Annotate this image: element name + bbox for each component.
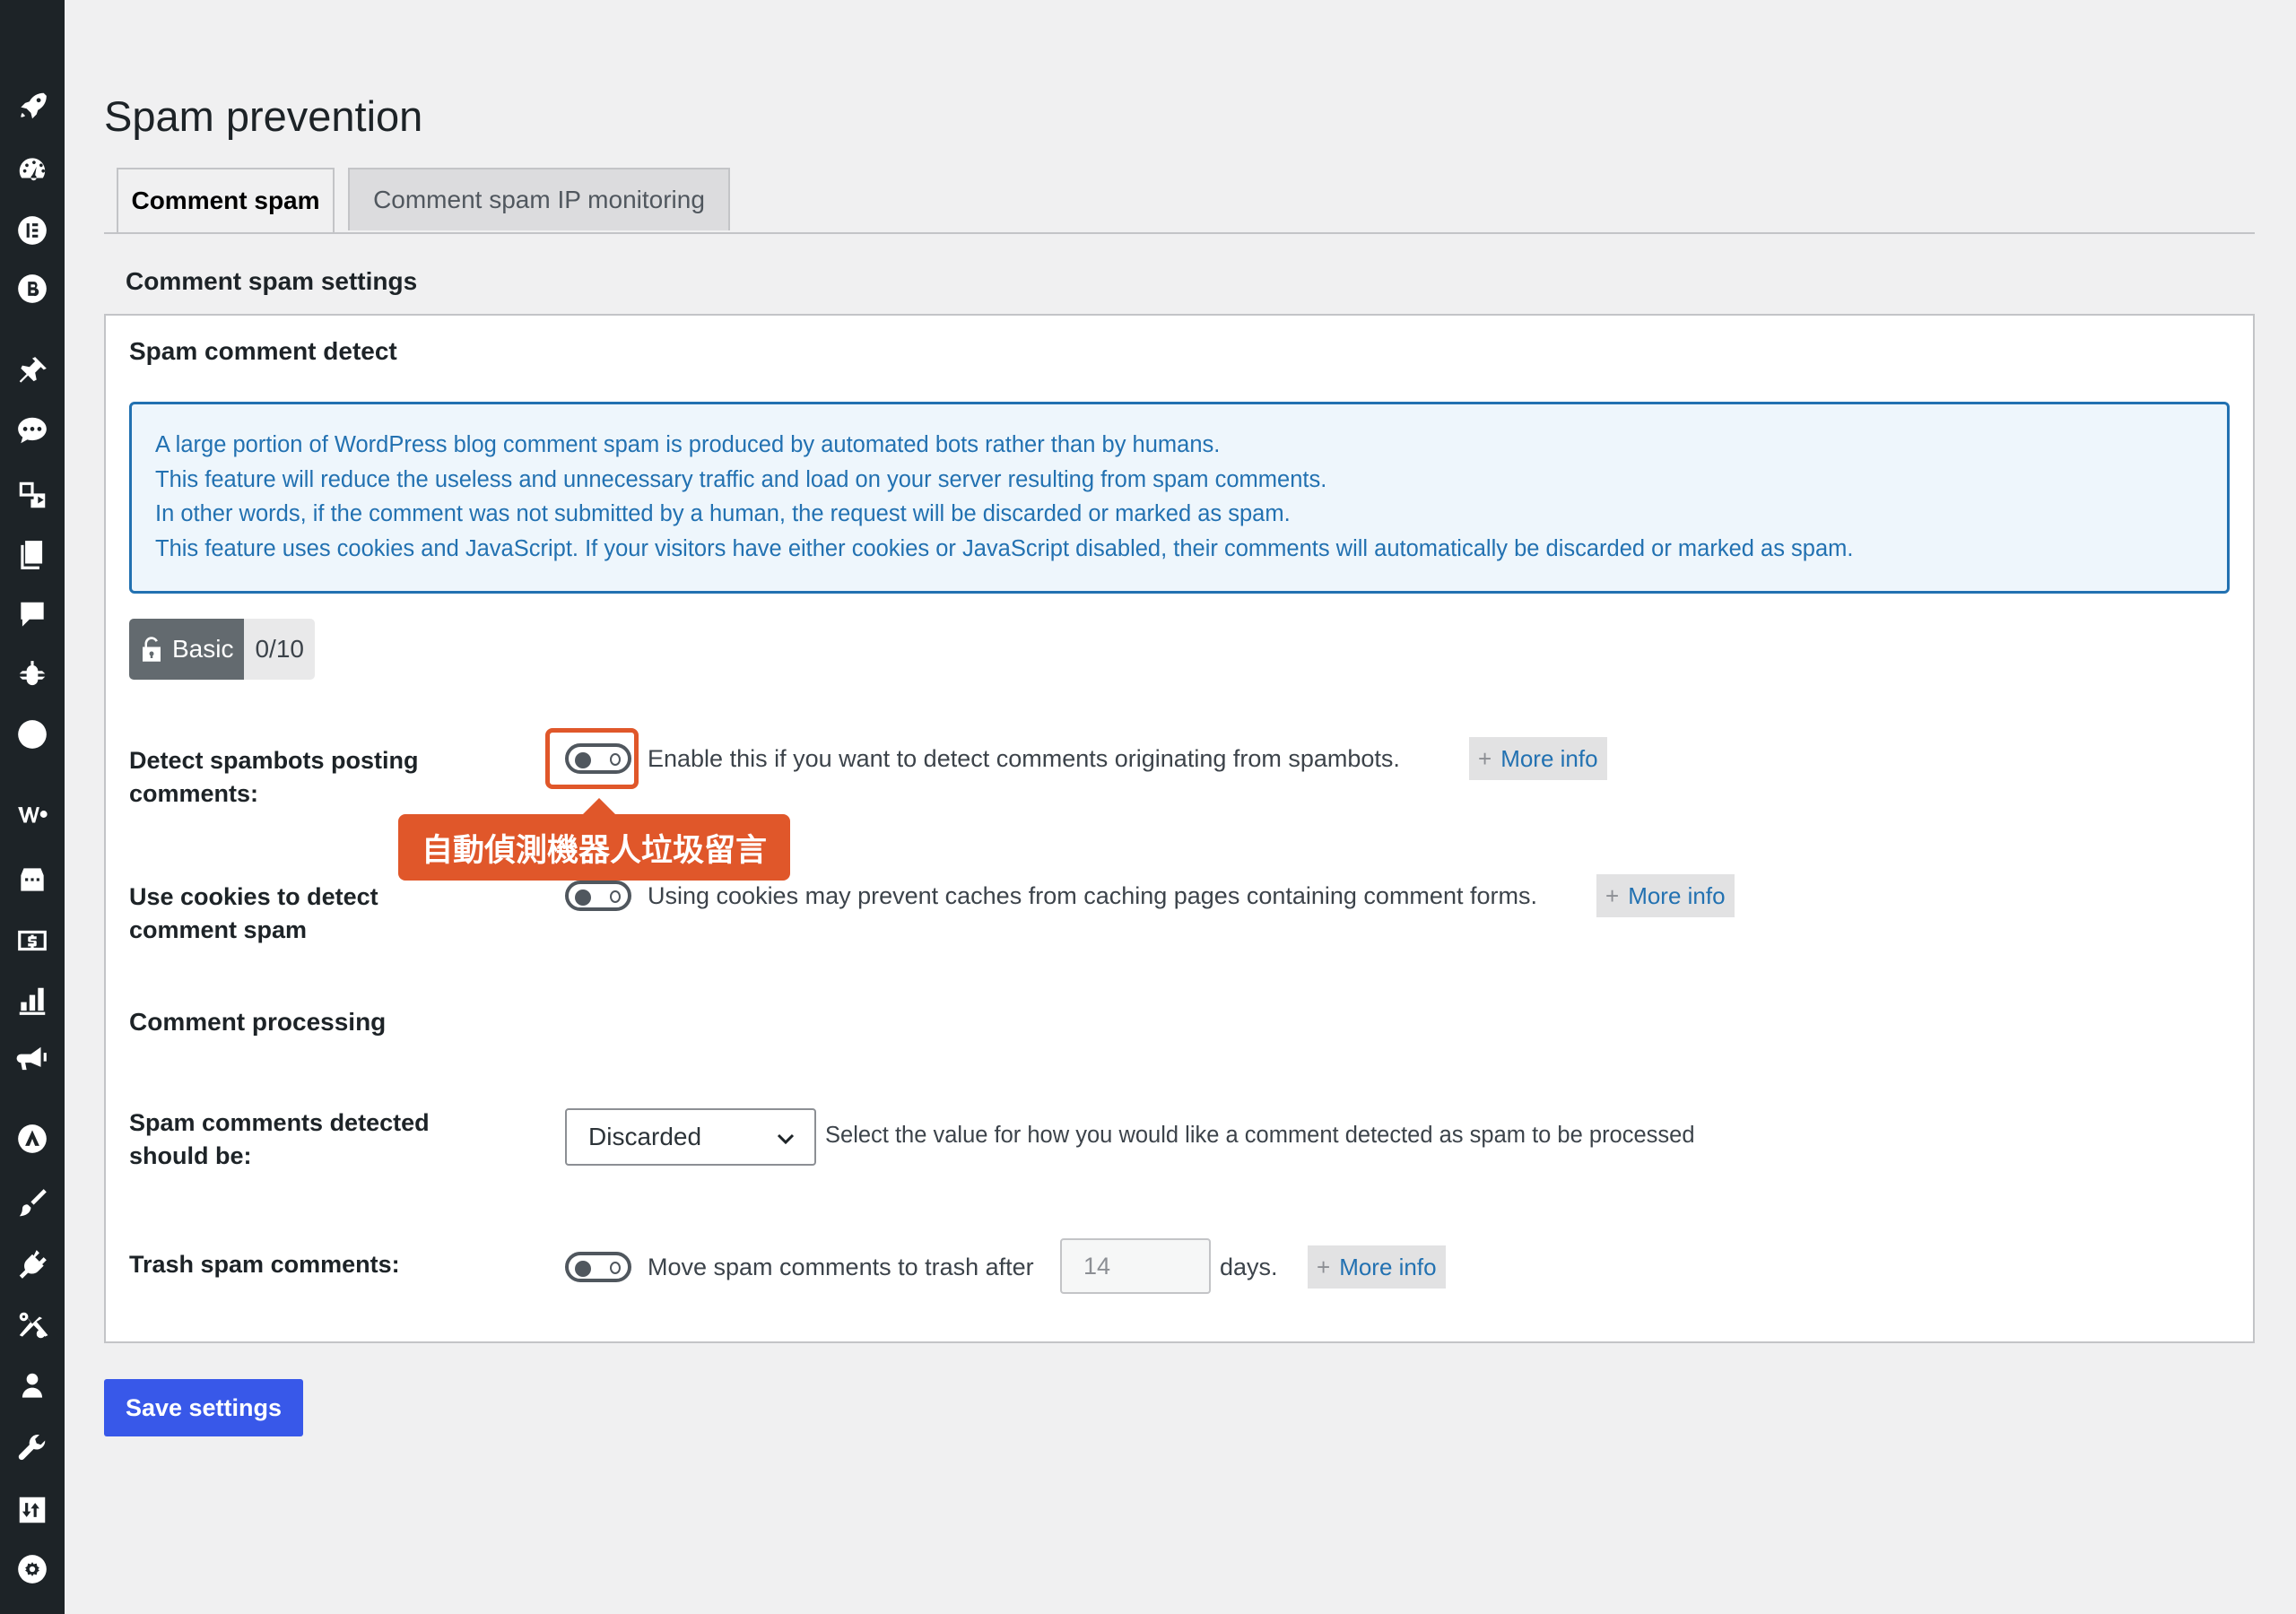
- trash-spam-more-info-button[interactable]: + More info: [1308, 1245, 1446, 1289]
- detect-spambots-label: Detect spambots posting comments:: [129, 747, 419, 807]
- elementor-icon[interactable]: [11, 209, 54, 252]
- trash-spam-toggle[interactable]: [565, 1252, 631, 1282]
- security-score-badge: Basic 0/10: [129, 619, 315, 680]
- admin-sidebar: [0, 0, 65, 1614]
- pages-icon[interactable]: [11, 534, 54, 577]
- store-icon[interactable]: [11, 858, 54, 901]
- rocket-icon[interactable]: [11, 84, 54, 127]
- callout-arrow: [583, 798, 615, 814]
- spam-processing-select[interactable]: Discarded: [565, 1108, 816, 1166]
- more-info-label: More info: [1500, 744, 1598, 772]
- chevron-down-icon: [775, 1128, 796, 1150]
- notice-line: This feature uses cookies and JavaScript…: [155, 535, 1854, 561]
- money-icon[interactable]: [11, 919, 54, 962]
- more-info-label: More info: [1339, 1253, 1437, 1280]
- user-icon[interactable]: [11, 1365, 54, 1408]
- spam-processing-description: Select the value for how you would like …: [825, 1123, 1695, 1148]
- tab-comment-spam-ip-monitoring[interactable]: Comment spam IP monitoring: [348, 168, 730, 230]
- detect-spambots-description: Enable this if you want to detect commen…: [648, 745, 1400, 772]
- import-export-icon[interactable]: [11, 1488, 54, 1532]
- trash-spam-label: Trash spam comments:: [129, 1251, 400, 1278]
- settings-panel: Spam comment detect A large portion of W…: [104, 314, 2255, 1343]
- spam-processing-label: Spam comments detected should be:: [129, 1109, 430, 1169]
- highlight-box: [545, 728, 639, 789]
- select-value: Discarded: [588, 1123, 702, 1150]
- use-cookies-label: Use cookies to detect comment spam: [129, 883, 378, 943]
- save-settings-button[interactable]: Save settings: [104, 1379, 303, 1436]
- toggle-off-indicator: [610, 890, 621, 903]
- notice-line: A large portion of WordPress blog commen…: [155, 432, 1221, 457]
- pin-icon[interactable]: [11, 350, 54, 393]
- tools-scissors-icon[interactable]: [11, 1304, 54, 1347]
- brush-icon[interactable]: [11, 1182, 54, 1225]
- tab-bar: Comment spam Comment spam IP monitoring: [104, 168, 2255, 234]
- b-logo-icon[interactable]: [11, 267, 54, 310]
- page-title: Spam prevention: [104, 92, 423, 140]
- plus-icon: +: [1317, 1253, 1331, 1280]
- more-info-label: More info: [1628, 881, 1726, 909]
- toggle-knob: [575, 1261, 591, 1277]
- badge-level-label: Basic: [172, 635, 234, 663]
- wrench-icon[interactable]: [11, 1427, 54, 1471]
- bolt-circle-icon[interactable]: [11, 713, 54, 756]
- annotation-callout: 自動偵測機器人垃圾留言: [398, 814, 791, 881]
- notice-line: In other words, if the comment was not s…: [155, 501, 1291, 526]
- use-cookies-more-info-button[interactable]: + More info: [1596, 874, 1735, 917]
- gear-circle-icon[interactable]: [11, 1548, 54, 1591]
- plus-icon: +: [1478, 744, 1492, 772]
- stats-icon[interactable]: [11, 979, 54, 1022]
- trash-days-input[interactable]: [1060, 1238, 1211, 1294]
- info-notice: A large portion of WordPress blog commen…: [129, 402, 2230, 594]
- trash-spam-description: Move spam comments to trash after: [648, 1254, 1034, 1280]
- media-icon[interactable]: [11, 473, 54, 516]
- comment-icon[interactable]: [11, 594, 54, 637]
- use-cookies-description: Using cookies may prevent caches from ca…: [648, 882, 1537, 909]
- comments-bubbles-icon[interactable]: [11, 409, 54, 452]
- megaphone-icon[interactable]: [11, 1038, 54, 1081]
- badge-score: 0/10: [244, 619, 315, 680]
- use-cookies-toggle[interactable]: [565, 881, 631, 911]
- woo-icon[interactable]: [11, 793, 54, 836]
- trash-days-suffix: days.: [1220, 1254, 1278, 1280]
- astra-icon[interactable]: [11, 1117, 54, 1160]
- notice-line: This feature will reduce the useless and…: [155, 466, 1327, 492]
- lock-icon: [140, 636, 163, 663]
- toggle-knob: [575, 889, 591, 906]
- main-content: Spam prevention Comment spam Comment spa…: [65, 0, 2296, 1614]
- detect-spambots-more-info-button[interactable]: + More info: [1469, 737, 1607, 780]
- tab-comment-spam[interactable]: Comment spam: [117, 168, 335, 232]
- plus-icon: +: [1605, 881, 1620, 909]
- comment-processing-heading: Comment processing: [129, 1008, 387, 1036]
- section-heading: Comment spam settings: [126, 267, 418, 295]
- badge-level: Basic: [129, 619, 245, 680]
- toggle-off-indicator: [610, 1262, 621, 1274]
- dashboard-icon[interactable]: [11, 148, 54, 191]
- plugin-icon[interactable]: [11, 1243, 54, 1286]
- bug-icon[interactable]: [11, 654, 54, 697]
- panel-title: Spam comment detect: [129, 337, 397, 365]
